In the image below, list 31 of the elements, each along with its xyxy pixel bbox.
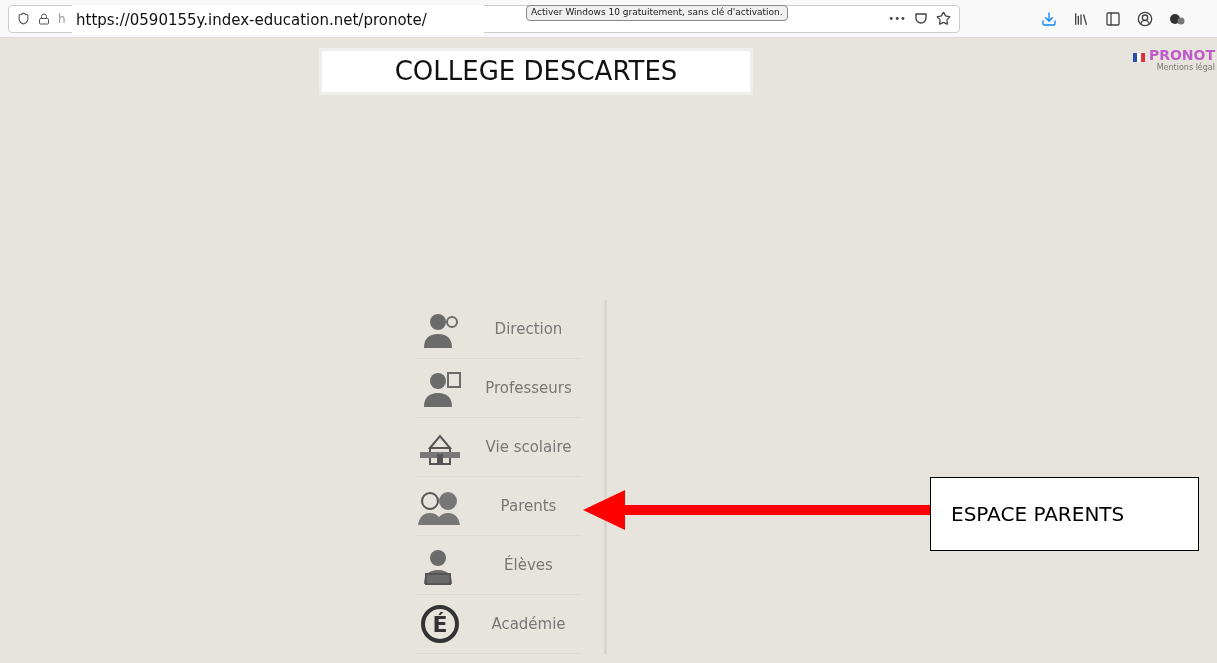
sidebar-icon[interactable] xyxy=(1105,10,1121,27)
extension-icon[interactable] xyxy=(1169,11,1185,26)
profile-item[interactable]: Vie scolaire xyxy=(415,418,582,477)
academy-logo-icon: É xyxy=(421,605,459,643)
profile-label: Vie scolaire xyxy=(484,436,573,458)
pocket-icon[interactable] xyxy=(914,11,928,26)
profile-label: Direction xyxy=(493,318,564,340)
profile-item[interactable]: Parents xyxy=(415,477,582,536)
profile-item[interactable]: É Académie xyxy=(415,595,582,654)
legal-link[interactable]: Mentions légal xyxy=(1156,62,1215,74)
account-icon[interactable] xyxy=(1137,10,1153,27)
profile-item[interactable]: Professeurs xyxy=(415,359,582,418)
flag-icon xyxy=(1132,53,1145,62)
profile-label: Parents xyxy=(499,495,558,517)
profile-label: Élèves xyxy=(503,554,554,576)
annotation-label: ESPACE PARENTS xyxy=(930,477,1199,551)
logo-text: PRONOT xyxy=(1148,48,1215,62)
star-icon[interactable] xyxy=(936,11,951,26)
lock-icon xyxy=(38,12,50,25)
profile-label: Académie xyxy=(490,613,567,635)
url-text: h xyxy=(58,10,66,28)
school-title: COLLEGE DESCARTES xyxy=(319,48,753,95)
shield-icon[interactable] xyxy=(17,12,30,25)
more-actions-button[interactable]: ••• xyxy=(888,11,906,26)
profile-item[interactable]: Élèves xyxy=(415,536,582,595)
url-overlay: https://0590155y.index-education.net/pronote/ xyxy=(72,5,484,35)
tooltip: Activer Windows 10 gratuitement, sans clé d'activation. xyxy=(526,5,788,21)
download-icon[interactable] xyxy=(1041,10,1057,27)
library-icon[interactable] xyxy=(1073,10,1089,27)
profile-item[interactable]: Direction xyxy=(415,300,582,359)
profile-label: Professeurs xyxy=(484,377,573,399)
